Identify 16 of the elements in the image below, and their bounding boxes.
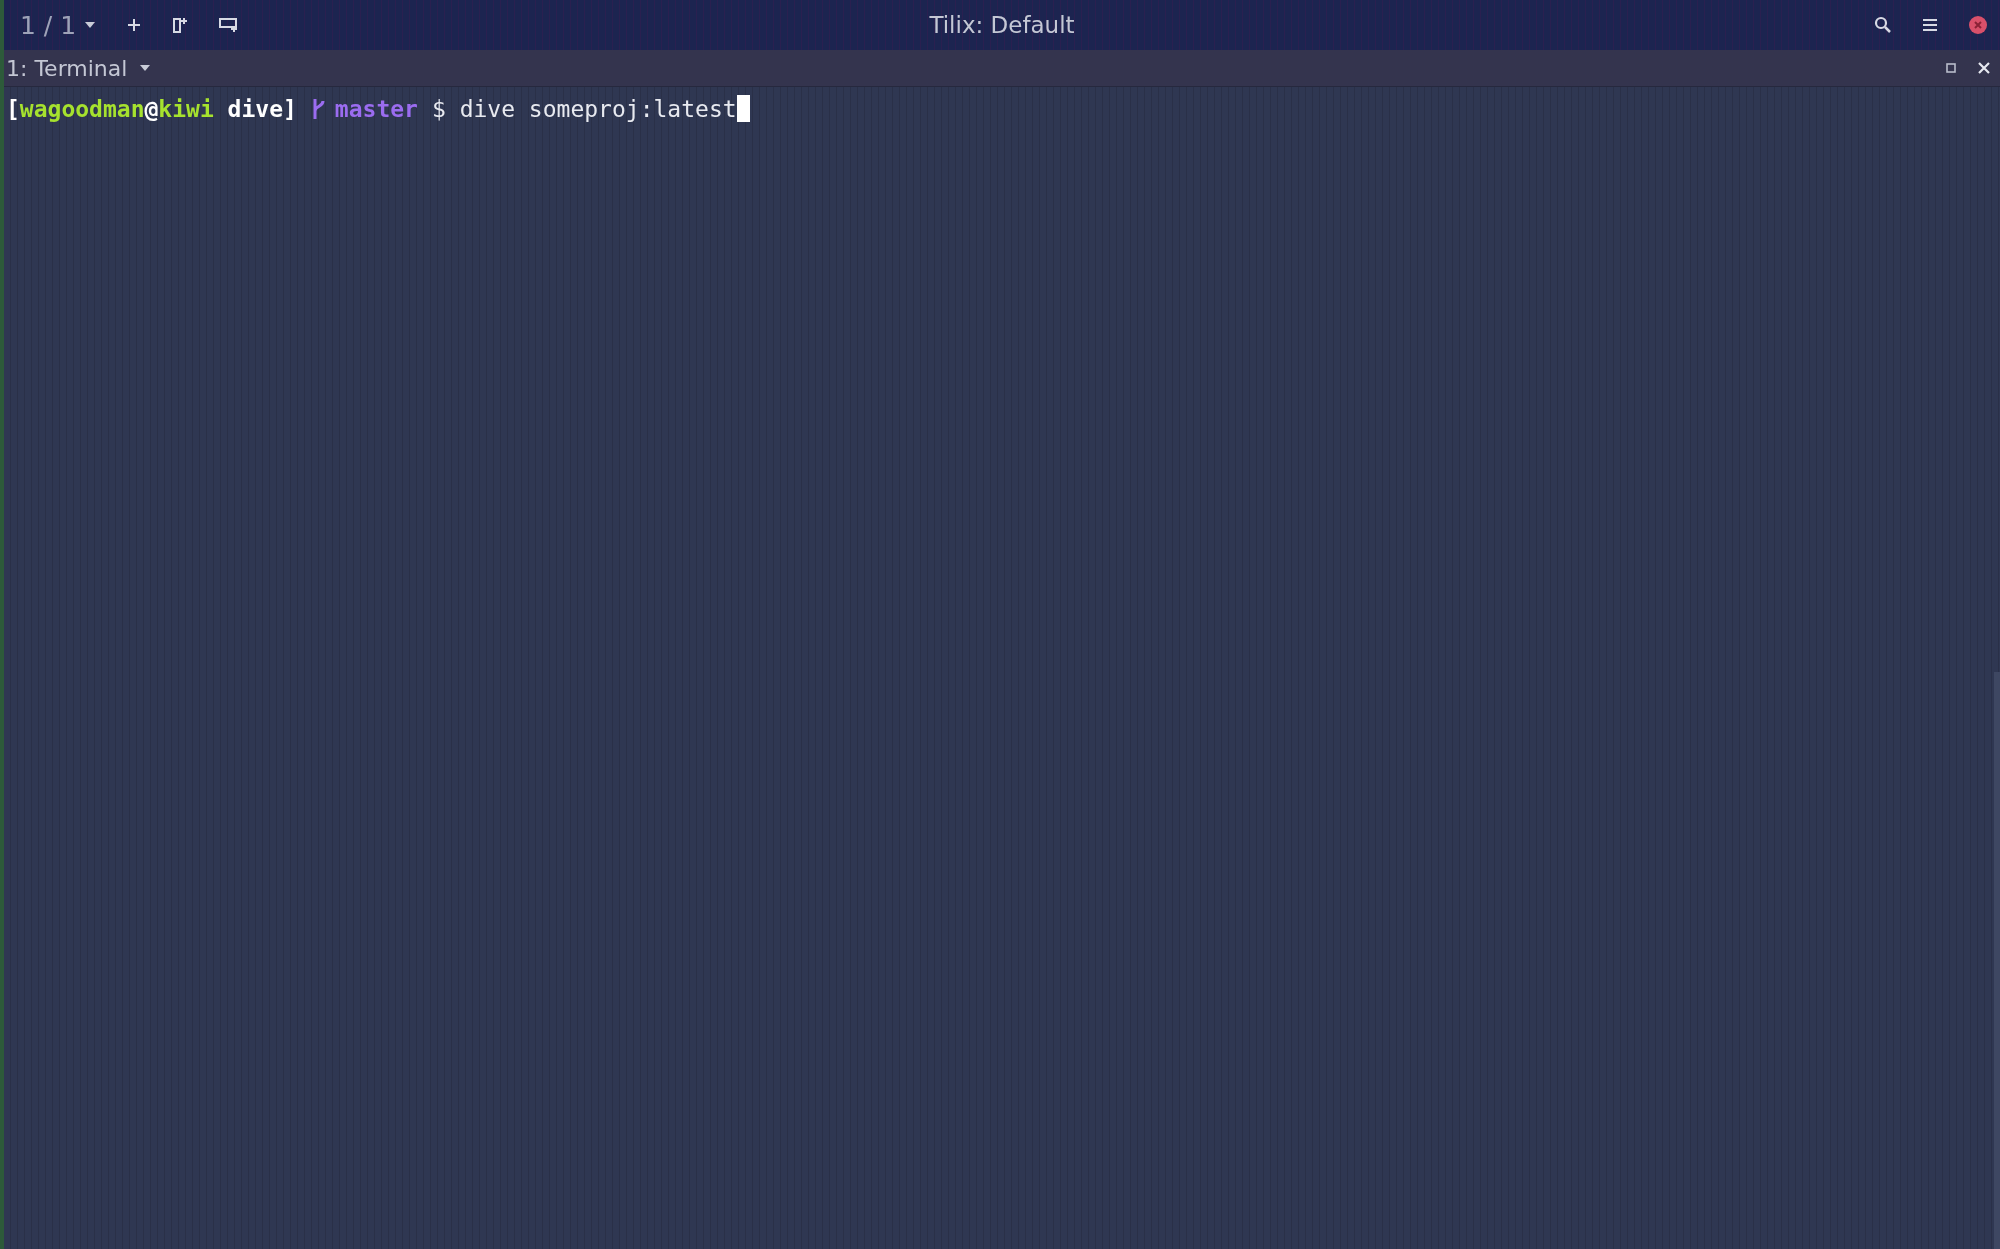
close-icon[interactable]	[1978, 62, 1990, 74]
scrollbar-thumb[interactable]	[1994, 672, 2000, 1249]
caret-icon	[139, 64, 152, 72]
text-cursor	[736, 95, 750, 122]
session-switcher[interactable]: 1 / 1	[20, 10, 97, 40]
caret-icon	[84, 21, 97, 29]
add-terminal-icon[interactable]	[172, 16, 189, 34]
menu-icon[interactable]	[1922, 18, 1938, 32]
maximize-icon[interactable]	[1946, 63, 1956, 73]
terminal-title[interactable]: 1: Terminal	[6, 55, 152, 81]
branch-name: master	[334, 95, 418, 122]
prompt-text: [wagoodman@kiwi dive]	[6, 95, 297, 122]
plus-icon[interactable]	[126, 17, 143, 33]
window-title: Tilix: Default	[929, 12, 1075, 38]
search-icon[interactable]	[1874, 16, 1892, 34]
command-text: $ dive someproj:latest	[431, 95, 737, 122]
